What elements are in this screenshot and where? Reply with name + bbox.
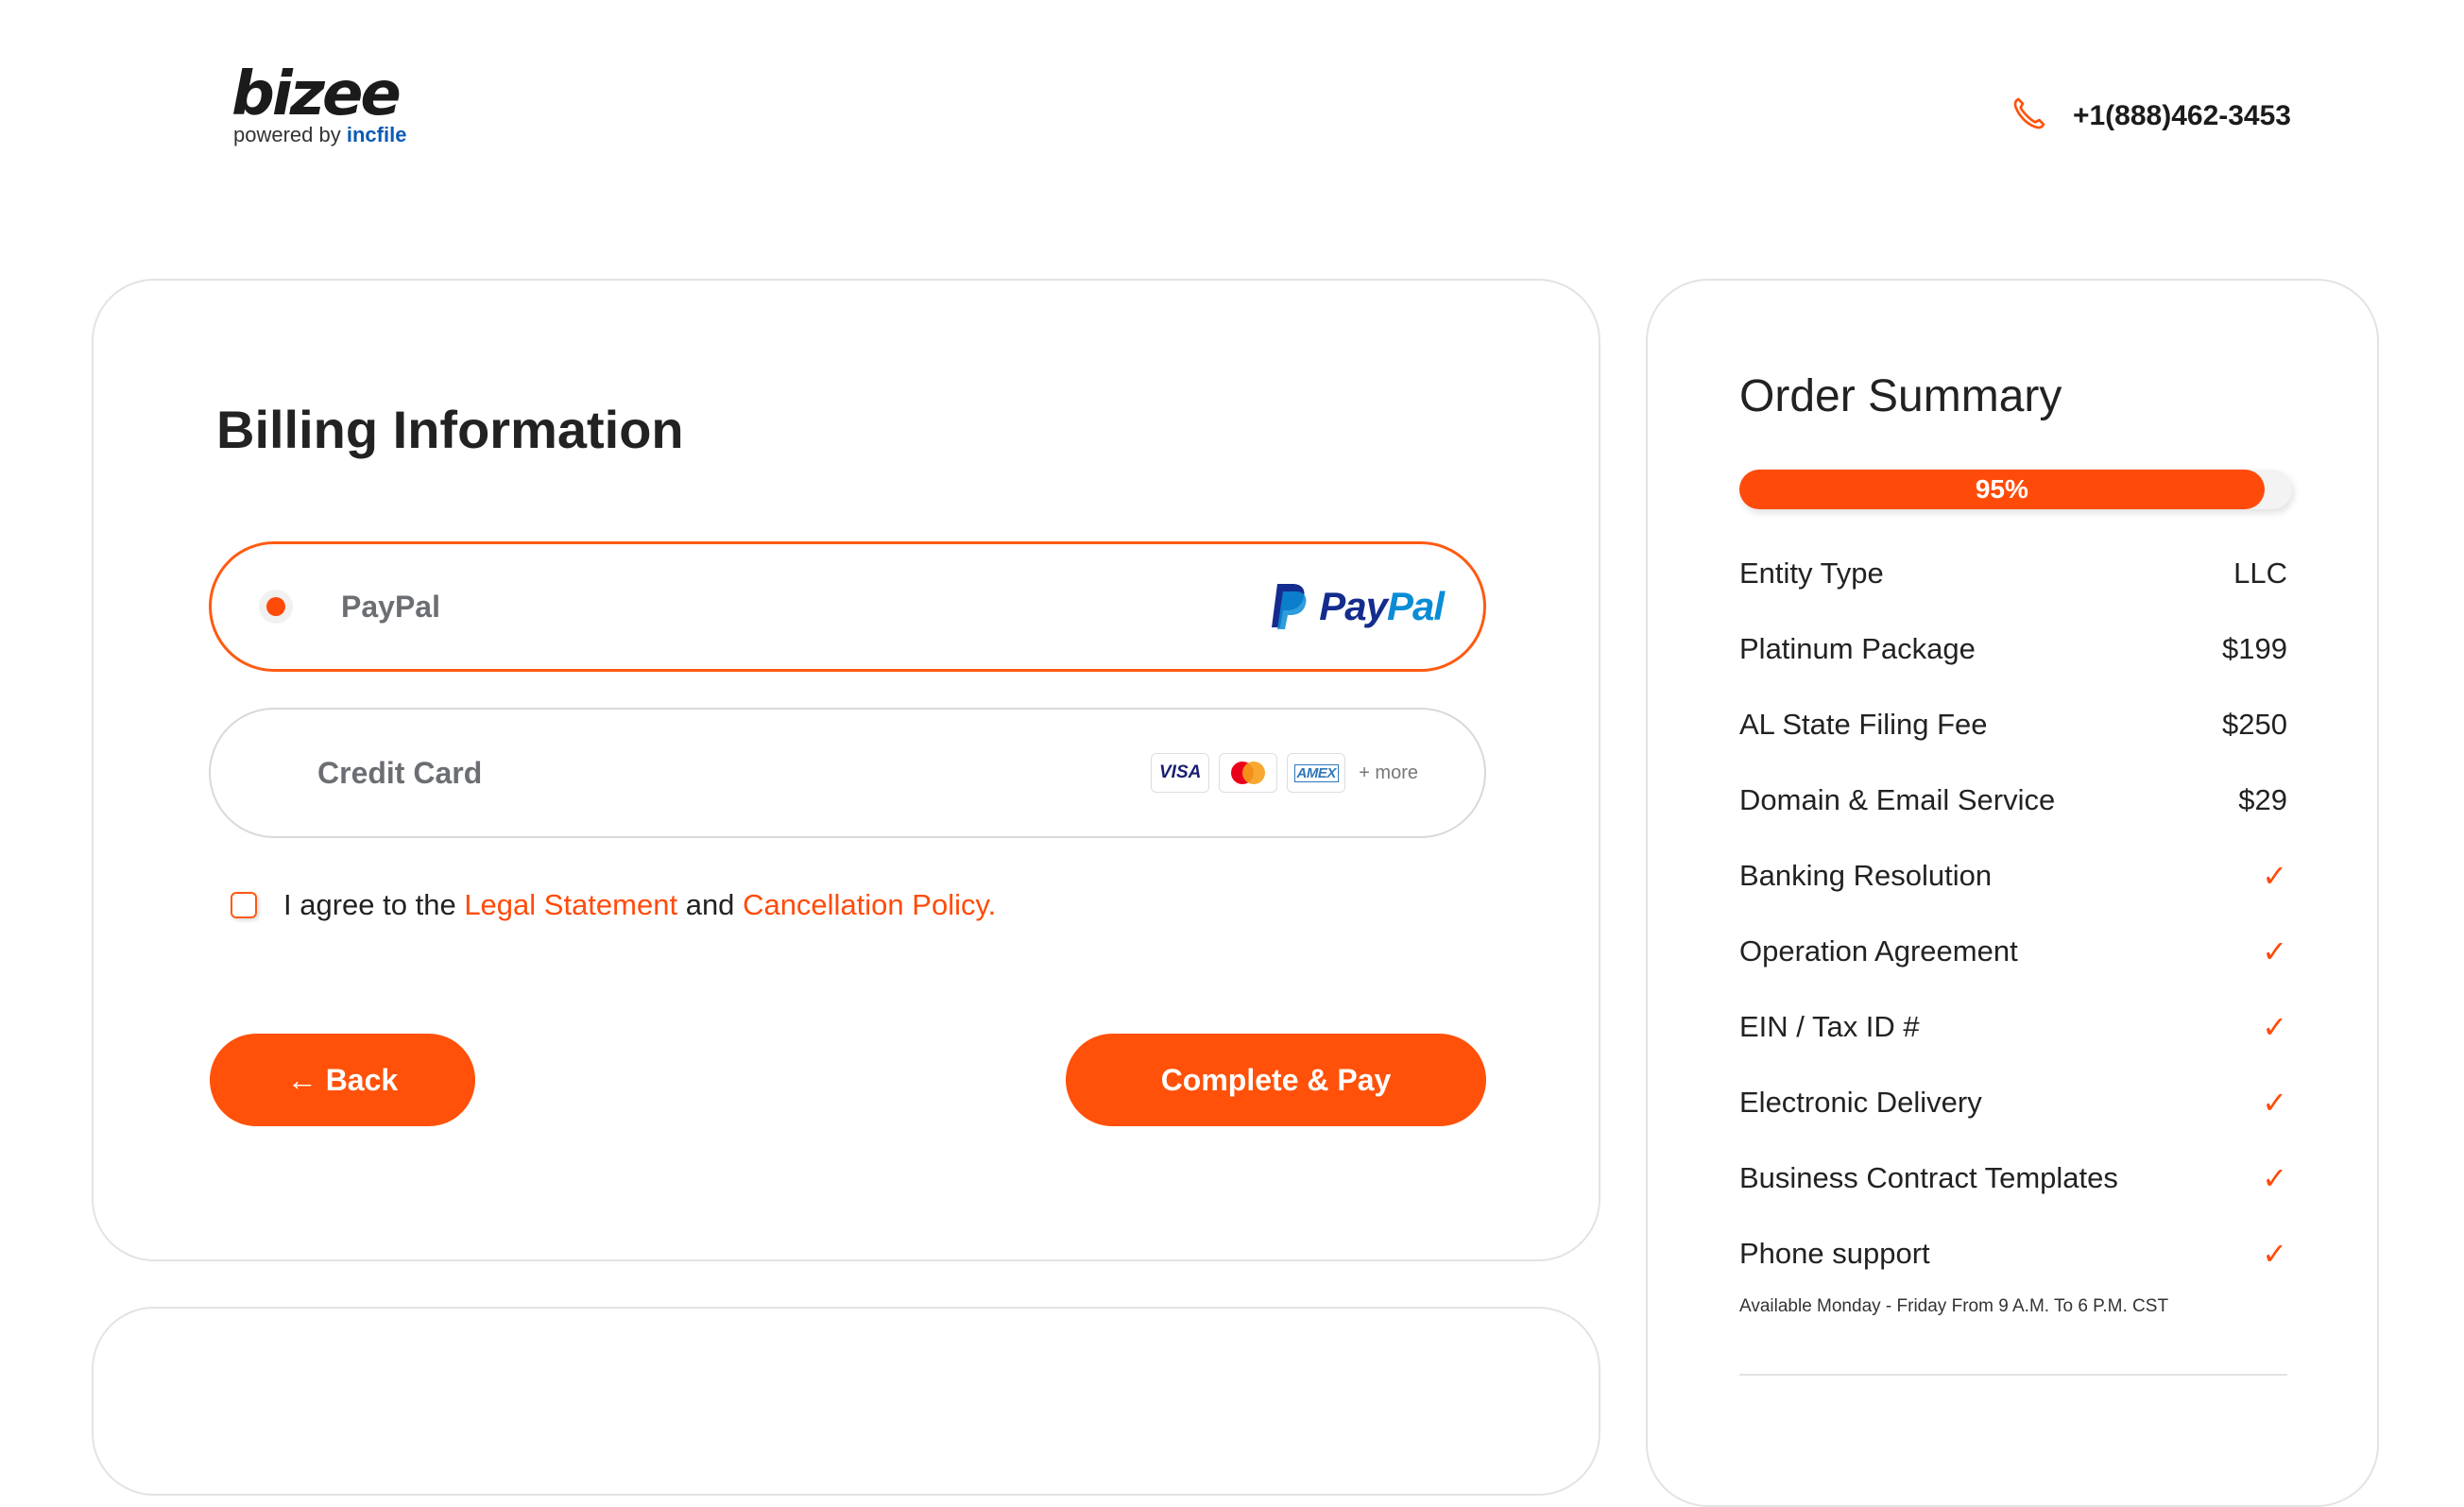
summary-item-label: Operation Agreement (1739, 934, 2018, 968)
summary-item-label: Entity Type (1739, 557, 1884, 590)
paypal-logo: PayPal (1268, 582, 1445, 631)
summary-item-value: $250 (2222, 708, 2287, 741)
summary-item-label: Electronic Delivery (1739, 1086, 1982, 1119)
check-icon: ✓ (2262, 859, 2287, 893)
summary-item-value: LLC (2233, 557, 2287, 590)
progress-bar: 95% (1739, 470, 2292, 509)
phone-icon (2011, 94, 2048, 137)
cancellation-policy-link[interactable]: Cancellation Policy. (743, 888, 996, 921)
amex-icon: AMEX (1287, 753, 1346, 793)
summary-row: Platinum Package $199 (1739, 611, 2287, 687)
lower-card (92, 1307, 1600, 1496)
summary-item-label: AL State Filing Fee (1739, 708, 1988, 741)
summary-row: Electronic Delivery ✓ (1739, 1065, 2287, 1140)
check-icon: ✓ (2262, 1086, 2287, 1120)
card-logos: VISA AMEX + more (1151, 753, 1418, 793)
phone-number: +1(888)462-3453 (2072, 99, 2291, 131)
credit-card-label: Credit Card (317, 755, 483, 790)
summary-item-label: Banking Resolution (1739, 859, 1993, 892)
divider (1739, 1374, 2287, 1376)
summary-row: Phone support ✓ (1739, 1216, 2287, 1292)
paypal-radio[interactable] (259, 590, 293, 624)
summary-item-label: Phone support (1739, 1237, 1930, 1270)
summary-item-value: $29 (2238, 783, 2287, 816)
billing-card: Billing Information PayPal PayPal Credit… (92, 279, 1600, 1261)
complete-pay-button[interactable]: Complete & Pay (1066, 1034, 1486, 1126)
summary-row: Domain & Email Service $29 (1739, 762, 2287, 838)
summary-item-value: $199 (2222, 632, 2287, 665)
paypal-label: PayPal (341, 589, 440, 624)
paypal-option[interactable]: PayPal PayPal (209, 541, 1486, 672)
brand-name: bizee (231, 60, 402, 129)
order-summary-title: Order Summary (1739, 371, 2062, 421)
mastercard-icon (1219, 753, 1278, 793)
visa-icon: VISA (1151, 753, 1210, 793)
credit-card-option[interactable]: Credit Card VISA AMEX + more (209, 708, 1486, 838)
check-icon: ✓ (2262, 934, 2287, 968)
summary-item-label: EIN / Tax ID # (1739, 1010, 1920, 1043)
phone-contact[interactable]: +1(888)462-3453 (2011, 94, 2291, 137)
progress-label: 95% (1975, 474, 2028, 504)
back-button[interactable]: ← Back (210, 1034, 475, 1126)
order-summary-card: Order Summary 95% Entity Type LLC Platinum… (1646, 279, 2379, 1507)
agree-checkbox[interactable] (231, 892, 257, 918)
bizee-logo[interactable]: bizee powered by incfile (231, 64, 420, 154)
incfile-brand: incfile (346, 123, 407, 146)
powered-by: powered by incfile (233, 123, 406, 147)
paypal-wordmark: PayPal (1319, 584, 1445, 628)
radio-selected-dot (266, 597, 285, 616)
more-cards-text: + more (1359, 762, 1418, 783)
paypal-p-icon (1272, 584, 1307, 629)
summary-row: EIN / Tax ID # ✓ (1739, 989, 2287, 1065)
summary-item-label: Domain & Email Service (1739, 783, 2056, 816)
check-icon: ✓ (2262, 1161, 2287, 1195)
check-icon: ✓ (2262, 1010, 2287, 1044)
agreement: I agree to the Legal Statement and Cance… (231, 888, 996, 922)
summary-row: AL State Filing Fee $250 (1739, 687, 2287, 762)
legal-statement-link[interactable]: Legal Statement (464, 888, 677, 921)
summary-item-label: Business Contract Templates (1739, 1161, 2118, 1194)
summary-item-label: Platinum Package (1739, 632, 1976, 665)
summary-row: Banking Resolution ✓ (1739, 838, 2287, 914)
billing-title: Billing Information (216, 400, 684, 459)
summary-row: Business Contract Templates ✓ (1739, 1140, 2287, 1216)
check-icon: ✓ (2262, 1237, 2287, 1271)
agreement-text: I agree to the Legal Statement and Cance… (283, 888, 997, 921)
progress-fill: 95% (1739, 470, 2265, 509)
summary-row: Entity Type LLC (1739, 536, 2287, 611)
support-hours-note: Available Monday - Friday From 9 A.M. To… (1739, 1296, 2169, 1316)
summary-row: Operation Agreement ✓ (1739, 914, 2287, 989)
summary-items: Entity Type LLC Platinum Package $199 AL Sta… (1739, 536, 2287, 1292)
powered-by-text: powered by (233, 123, 341, 146)
